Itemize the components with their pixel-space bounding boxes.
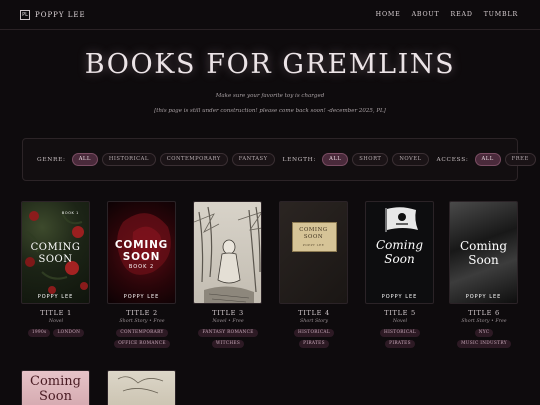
book-title[interactable]: TITLE 1 (21, 309, 91, 317)
genre-filter-historical[interactable]: HISTORICAL (101, 153, 156, 166)
tag[interactable]: HISTORICAL (380, 329, 420, 337)
book-cover-8[interactable] (107, 370, 176, 405)
tag[interactable]: PIRATES (385, 340, 415, 348)
book-card-1[interactable]: BOOK 1 COMING SOON POPPY LEE TITLE 1 Nov… (21, 201, 91, 337)
book-meta: Short Story • Free (119, 319, 165, 324)
cover-series: BOOK 2 (128, 264, 155, 270)
cover-coming: COMING (30, 242, 81, 253)
book-cover-5[interactable]: Coming Soon POPPY LEE (365, 201, 434, 304)
hero: BOOKS FOR GREMLINS Make sure your favori… (0, 30, 540, 114)
book-meta: Novel • Free (212, 319, 244, 324)
book-title[interactable]: TITLE 4 (279, 309, 349, 317)
cover-author: POPPY LEE (123, 294, 160, 300)
tag[interactable]: FANTASY ROMANCE (198, 329, 258, 337)
cover-coming: Coming (459, 239, 508, 253)
tag[interactable]: LONDON (53, 329, 85, 337)
book-meta: Novel (392, 319, 408, 324)
cover-author: POPPY LEE (381, 294, 418, 300)
page-title: BOOKS FOR GREMLINS (84, 49, 456, 80)
book-tags: FANTASY ROMANCE WITCHES (193, 329, 263, 348)
engraving-illustration (117, 376, 164, 394)
access-label: ACCESS: (436, 156, 469, 163)
cover-soon: Soon (384, 252, 415, 266)
book-cover-4[interactable]: COMING SOON POPPY LEE (279, 201, 348, 304)
book-meta: Short Story • Free (461, 319, 507, 324)
roses-illustration (25, 211, 88, 294)
book-cover-6[interactable]: Coming Soon POPPY LEE (449, 201, 518, 304)
tag[interactable]: NYC (474, 329, 494, 337)
book-tags: CONTEMPORARY OFFICE ROMANCE (107, 329, 177, 348)
brand-name: POPPY LEE (35, 10, 86, 19)
cover-coming: Coming (30, 374, 81, 389)
tag[interactable]: HISTORICAL (294, 329, 334, 337)
brand[interactable]: PL POPPY LEE (20, 9, 86, 20)
book-cover-7[interactable]: Coming Soon (21, 370, 90, 405)
cover-coming: COMING (114, 239, 169, 251)
cover-coming: COMING (299, 227, 328, 233)
cover-author: POPPY LEE (465, 294, 502, 300)
book-tags: HISTORICAL PIRATES (365, 329, 435, 348)
cover-author: POPPY LEE (37, 294, 74, 300)
length-filter-short[interactable]: SHORT (352, 153, 389, 166)
tag[interactable]: OFFICE ROMANCE (114, 340, 170, 348)
book-cover-3[interactable] (193, 201, 262, 304)
cover-series: BOOK 1 (61, 211, 79, 215)
book-title[interactable]: TITLE 6 (449, 309, 519, 317)
nav-link-home[interactable]: HOME (376, 11, 401, 18)
book-title[interactable]: TITLE 5 (365, 309, 435, 317)
book-title[interactable]: TITLE 3 (193, 309, 263, 317)
book-meta: Novel (48, 319, 64, 324)
cover-soon: SOON (303, 234, 324, 240)
length-label: LENGTH: (282, 156, 317, 163)
cover-soon: Soon (468, 253, 499, 267)
cover-soon: SOON (38, 254, 73, 265)
cover-coming: Coming (375, 238, 424, 252)
filter-bar: GENRE: ALL HISTORICAL CONTEMPORARY FANTA… (22, 138, 536, 181)
book-cover-1[interactable]: BOOK 1 COMING SOON POPPY LEE (21, 201, 90, 304)
access-filter-all[interactable]: ALL (474, 153, 501, 166)
book-tags: NYC MUSIC INDUSTRY (449, 329, 519, 348)
book-card-7[interactable]: Coming Soon (21, 370, 91, 405)
access-filter-free[interactable]: FREE (504, 153, 536, 166)
nav-link-tumblr[interactable]: TUMBLR (484, 11, 518, 18)
book-card-8[interactable] (107, 370, 177, 405)
book-card-6[interactable]: Coming Soon POPPY LEE TITLE 6 Short Stor… (449, 201, 519, 348)
genre-filter-all[interactable]: ALL (71, 153, 98, 166)
genre-filter-contemporary[interactable]: CONTEMPORARY (159, 153, 228, 166)
book-title[interactable]: TITLE 2 (107, 309, 177, 317)
tag[interactable]: PIRATES (299, 340, 329, 348)
book-cover-2[interactable]: COMING SOON BOOK 2 POPPY LEE (107, 201, 176, 304)
tag[interactable]: 1990s (27, 329, 51, 337)
tag[interactable]: CONTEMPORARY (116, 329, 168, 337)
construction-notice: [this page is still under construction! … (154, 108, 386, 114)
top-nav: PL POPPY LEE HOME ABOUT READ TUMBLR (0, 0, 540, 30)
genre-filter-fantasy[interactable]: FANTASY (231, 153, 275, 166)
cover-soon: Soon (39, 389, 72, 404)
book-tags: 1990s LONDON (21, 329, 91, 337)
book-card-2[interactable]: COMING SOON BOOK 2 POPPY LEE TITLE 2 Sho… (107, 201, 177, 348)
genre-label: GENRE: (37, 156, 66, 163)
nav-link-read[interactable]: READ (451, 11, 473, 18)
nav-link-about[interactable]: ABOUT (412, 11, 440, 18)
nav-links: HOME ABOUT READ TUMBLR (376, 11, 518, 18)
tag[interactable]: WITCHES (211, 340, 245, 348)
cover-soon: SOON (122, 251, 161, 263)
tag[interactable]: MUSIC INDUSTRY (457, 340, 511, 348)
book-card-4[interactable]: COMING SOON POPPY LEE TITLE 4 Short Stor… (279, 201, 349, 348)
engraving-illustration (194, 206, 261, 303)
length-filter-novel[interactable]: NOVEL (392, 153, 429, 166)
book-tags: HISTORICAL PIRATES (279, 329, 349, 348)
logo-icon: PL (20, 9, 30, 20)
length-filter-all[interactable]: ALL (322, 153, 349, 166)
book-card-5[interactable]: Coming Soon POPPY LEE TITLE 5 Novel HIST… (365, 201, 435, 348)
cover-author: POPPY LEE (302, 243, 325, 247)
book-card-3[interactable]: TITLE 3 Novel • Free FANTASY ROMANCE WIT… (193, 201, 263, 348)
book-meta: Short Story (299, 319, 329, 324)
tagline: Make sure your favorite toy is charged (215, 93, 325, 99)
